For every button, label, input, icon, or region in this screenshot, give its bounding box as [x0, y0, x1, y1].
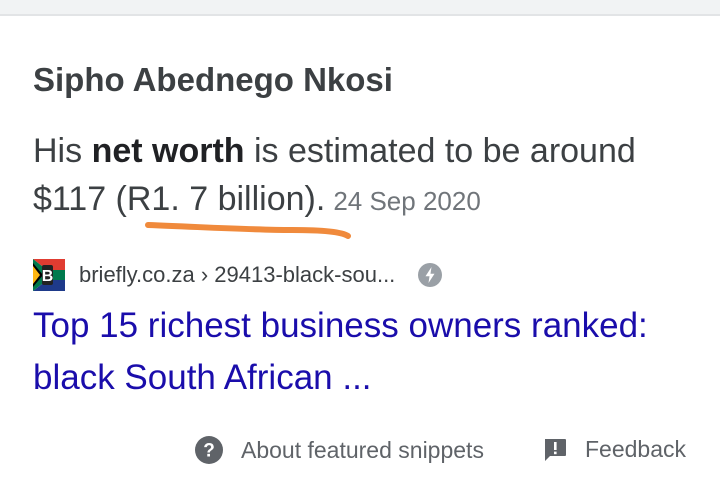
snippet-text: His net worth is estimated to be around … [33, 127, 693, 225]
feedback-icon [545, 438, 566, 461]
feedback-button[interactable]: Feedback [542, 436, 686, 463]
svg-text:B: B [42, 268, 54, 285]
snippet-text-before: His [33, 132, 92, 170]
snippet-date: 24 Sep 2020 [333, 186, 481, 216]
help-circle-icon: ? [195, 436, 223, 464]
lightning-bolt-icon [418, 263, 443, 287]
orange-highlight-underline [145, 222, 351, 239]
south-africa-flag-b-icon: B [33, 259, 65, 291]
svg-text:?: ? [203, 441, 215, 462]
feedback-label: Feedback [585, 436, 687, 462]
source-url[interactable]: briefly.co.za › 29413-black-sou... [79, 262, 395, 288]
source-row[interactable]: B briefly.co.za › 29413-black-sou... [33, 257, 443, 293]
snippet-bold-term: net worth [91, 132, 245, 170]
top-background-band [0, 0, 720, 14]
about-featured-snippets-button[interactable]: ? About featured snippets [194, 435, 484, 465]
result-title-link[interactable]: Top 15 richest business owners ranked: b… [33, 300, 693, 404]
about-featured-snippets-label: About featured snippets [241, 436, 484, 463]
snippet-heading: Sipho Abednego Nkosi [33, 61, 393, 98]
